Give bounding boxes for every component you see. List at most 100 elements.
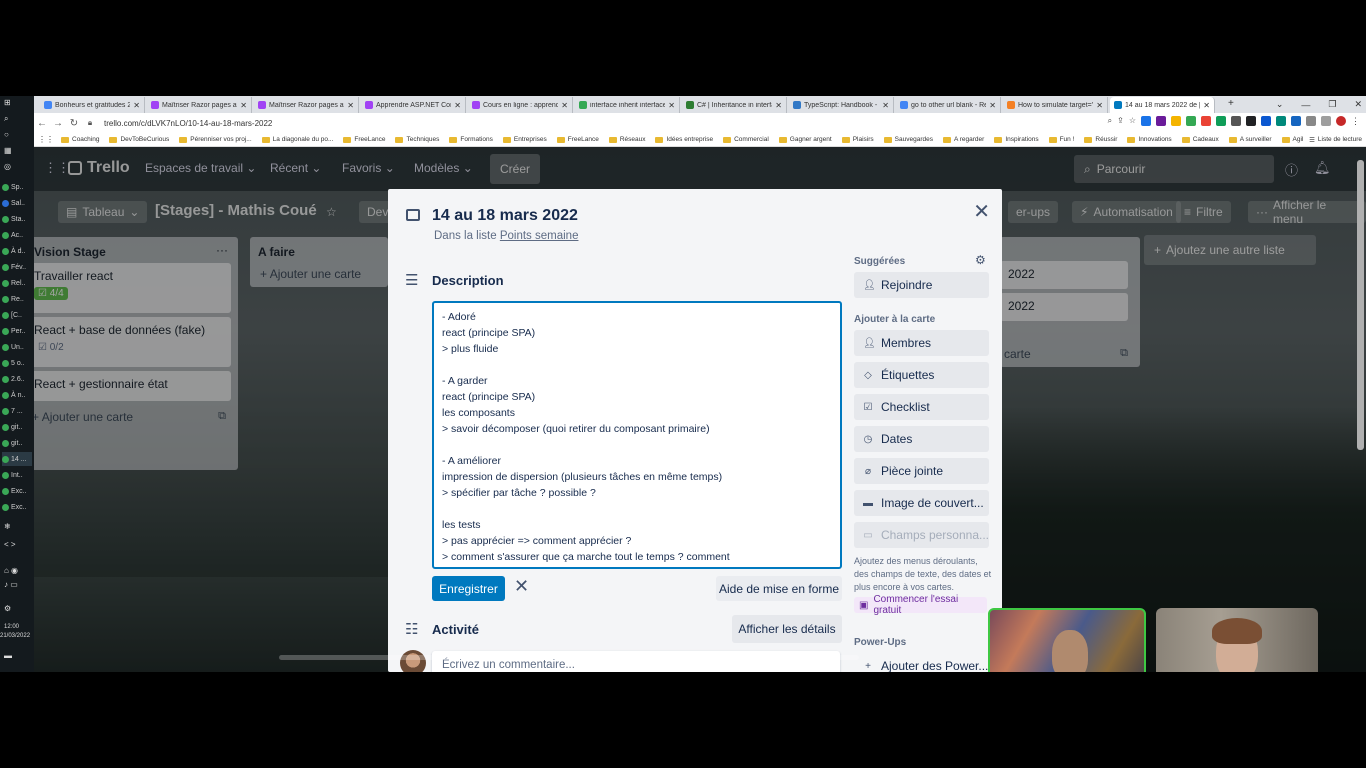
tab-close-icon[interactable]: ✕ xyxy=(1203,101,1210,110)
profile-avatar[interactable] xyxy=(1336,116,1346,126)
extension-icon[interactable] xyxy=(1276,116,1286,126)
tab-close-icon[interactable]: ✕ xyxy=(561,101,568,110)
taskbar-window[interactable]: Exc.. xyxy=(2,500,32,514)
taskbar-window[interactable]: 5 o.. xyxy=(2,356,32,370)
extension-icon[interactable] xyxy=(1261,116,1271,126)
tab-search-icon[interactable]: ⌄ xyxy=(1276,99,1284,110)
description-editor[interactable] xyxy=(432,301,842,569)
bookmark-folder[interactable]: Techniques xyxy=(392,136,446,143)
bookmark-folder[interactable]: Fun ! xyxy=(1046,136,1082,143)
extension-icon[interactable] xyxy=(1156,116,1166,126)
notification-icon[interactable]: ▬ xyxy=(4,651,12,660)
task-view-icon[interactable]: ▦ xyxy=(4,146,12,155)
taskbar-window[interactable]: Fév.. xyxy=(2,260,32,274)
share-icon[interactable]: ⇪ xyxy=(1117,116,1124,127)
add-powerups-button[interactable]: + Ajouter des Power... xyxy=(854,653,989,672)
bookmark-star-icon[interactable]: ☆ xyxy=(1129,116,1136,127)
bookmark-folder[interactable]: Réseaux xyxy=(606,136,653,143)
taskbar-window[interactable]: À n.. xyxy=(2,388,32,402)
bookmark-folder[interactable]: A regarder xyxy=(940,136,991,143)
apps-icon[interactable]: ⋮⋮ xyxy=(34,135,58,144)
bookmark-folder[interactable]: Réussir xyxy=(1081,136,1124,143)
reading-list-button[interactable]: ☰ Liste de lecture xyxy=(1303,135,1362,144)
url-field[interactable]: trello.com/c/dLVK7nLO/10-14-au-18-mars-2… xyxy=(104,119,272,128)
extension-icon[interactable] xyxy=(1291,116,1301,126)
tab-close-icon[interactable]: ✕ xyxy=(454,101,461,110)
tab-close-icon[interactable]: ✕ xyxy=(989,101,996,110)
bookmark-folder[interactable]: Sauvegardes xyxy=(881,136,940,143)
tab-close-icon[interactable]: ✕ xyxy=(775,101,782,110)
card-title[interactable]: 14 au 18 mars 2022 xyxy=(432,207,578,225)
forward-icon[interactable]: → xyxy=(50,118,66,129)
taskbar-window[interactable]: Sp.. xyxy=(2,180,32,194)
back-icon[interactable]: ← xyxy=(34,118,50,129)
tab-close-icon[interactable]: ✕ xyxy=(240,101,247,110)
avatar[interactable] xyxy=(400,650,426,672)
extension-icon[interactable] xyxy=(1186,116,1196,126)
browser-tab[interactable]: go to other url blank - Re ✕ xyxy=(896,97,1001,113)
mic-icon[interactable]: ♪ ▭ xyxy=(4,580,18,589)
zoom-icon[interactable]: ⌕ xyxy=(1108,116,1112,127)
bookmark-folder[interactable]: Commercial xyxy=(720,136,776,143)
browser-tab[interactable]: TypeScript: Handbook - In ✕ xyxy=(789,97,894,113)
scroll-arrows-icon[interactable]: < > xyxy=(4,540,16,549)
browser-tab[interactable]: Bonheurs et gratitudes 20 ✕ xyxy=(40,97,145,113)
start-trial-button[interactable]: ▣ Commencer l'essai gratuit xyxy=(854,594,987,616)
browser-tab[interactable]: Apprendre ASP.NET Core ✕ xyxy=(361,97,466,113)
tray-icons[interactable]: ⌂ ◉ xyxy=(4,566,18,575)
new-tab-button[interactable]: + xyxy=(1228,98,1234,109)
tab-close-icon[interactable]: ✕ xyxy=(668,101,675,110)
browser-tab[interactable]: Maîtriser Razor pages ave ✕ xyxy=(254,97,359,113)
taskbar-window[interactable]: Exc.. xyxy=(2,484,32,498)
taskbar-window[interactable]: git.. xyxy=(2,420,32,434)
taskbar-window[interactable]: Sal.. xyxy=(2,196,32,210)
extension-icon[interactable] xyxy=(1231,116,1241,126)
search-icon[interactable]: ⌕ xyxy=(4,114,8,124)
taskbar-window[interactable]: Re.. xyxy=(2,292,32,306)
taskbar-window[interactable]: [C.. xyxy=(2,308,32,322)
minimize-button[interactable]: — xyxy=(1301,100,1310,110)
bookmark-folder[interactable]: Cadeaux xyxy=(1179,136,1226,143)
bookmark-folder[interactable]: La diagonale du po... xyxy=(259,136,341,143)
menu-icon[interactable]: ⋮ xyxy=(1351,116,1360,127)
browser-tab[interactable]: Cours en ligne : apprend ✕ xyxy=(468,97,573,113)
taskbar-window[interactable]: Rel.. xyxy=(2,276,32,290)
checklist-button[interactable]: ☑ Checklist xyxy=(854,394,989,420)
members-button[interactable]: 👤︎ Membres xyxy=(854,330,989,356)
taskbar-window[interactable]: git.. xyxy=(2,436,32,450)
custom-fields-button[interactable]: ▭ Champs personna... xyxy=(854,522,989,548)
extension-icon[interactable] xyxy=(1171,116,1181,126)
browser-tab[interactable]: Maîtriser Razor pages ave ✕ xyxy=(147,97,252,113)
attachment-button[interactable]: ⌀ Pièce jointe xyxy=(854,458,989,484)
extension-icon[interactable] xyxy=(1306,116,1316,126)
network-icon[interactable]: ⚙ xyxy=(4,604,11,613)
bookmark-folder[interactable]: Gagner argent xyxy=(776,136,839,143)
taskbar-window[interactable]: À d.. xyxy=(2,244,32,258)
lock-icon[interactable]: 🔒︎ xyxy=(82,118,98,128)
bookmark-folder[interactable]: FreeLance xyxy=(340,136,392,143)
show-details-button[interactable]: Afficher les détails xyxy=(732,615,842,643)
extension-icon[interactable] xyxy=(1321,116,1331,126)
labels-button[interactable]: ◇ Étiquettes xyxy=(854,362,989,388)
cortana-icon[interactable]: ○ xyxy=(4,130,9,139)
browser-tab[interactable]: C# | Inheritance in interfa ✕ xyxy=(682,97,787,113)
taskbar-window[interactable]: Un.. xyxy=(2,340,32,354)
browser-tab[interactable]: interface inherit interface ✕ xyxy=(575,97,680,113)
bookmark-folder[interactable]: DevToBeCurious xyxy=(106,136,176,143)
extension-icon[interactable] xyxy=(1216,116,1226,126)
dates-button[interactable]: ◷ Dates xyxy=(854,426,989,452)
bookmark-folder[interactable]: Innovations xyxy=(1124,136,1178,143)
tab-close-icon[interactable]: ✕ xyxy=(882,101,889,110)
tab-close-icon[interactable]: ✕ xyxy=(1096,101,1103,110)
save-button[interactable]: Enregistrer xyxy=(432,576,505,601)
bookmark-folder[interactable]: A surveiller xyxy=(1226,136,1279,143)
windows-start-icon[interactable]: ⊞ xyxy=(4,98,11,107)
tab-close-icon[interactable]: ✕ xyxy=(133,101,140,110)
bookmark-folder[interactable]: Formations xyxy=(446,136,500,143)
taskbar-window[interactable]: Int.. xyxy=(2,468,32,482)
formatting-help-button[interactable]: Aide de mise en forme xyxy=(716,576,842,601)
bookmark-folder[interactable]: FreeLance xyxy=(554,136,606,143)
close-window-button[interactable]: ✕ xyxy=(1354,99,1362,110)
bookmark-folder[interactable]: Idées entreprise xyxy=(652,136,720,143)
browser-tab[interactable]: How to simulate target=" ✕ xyxy=(1003,97,1108,113)
